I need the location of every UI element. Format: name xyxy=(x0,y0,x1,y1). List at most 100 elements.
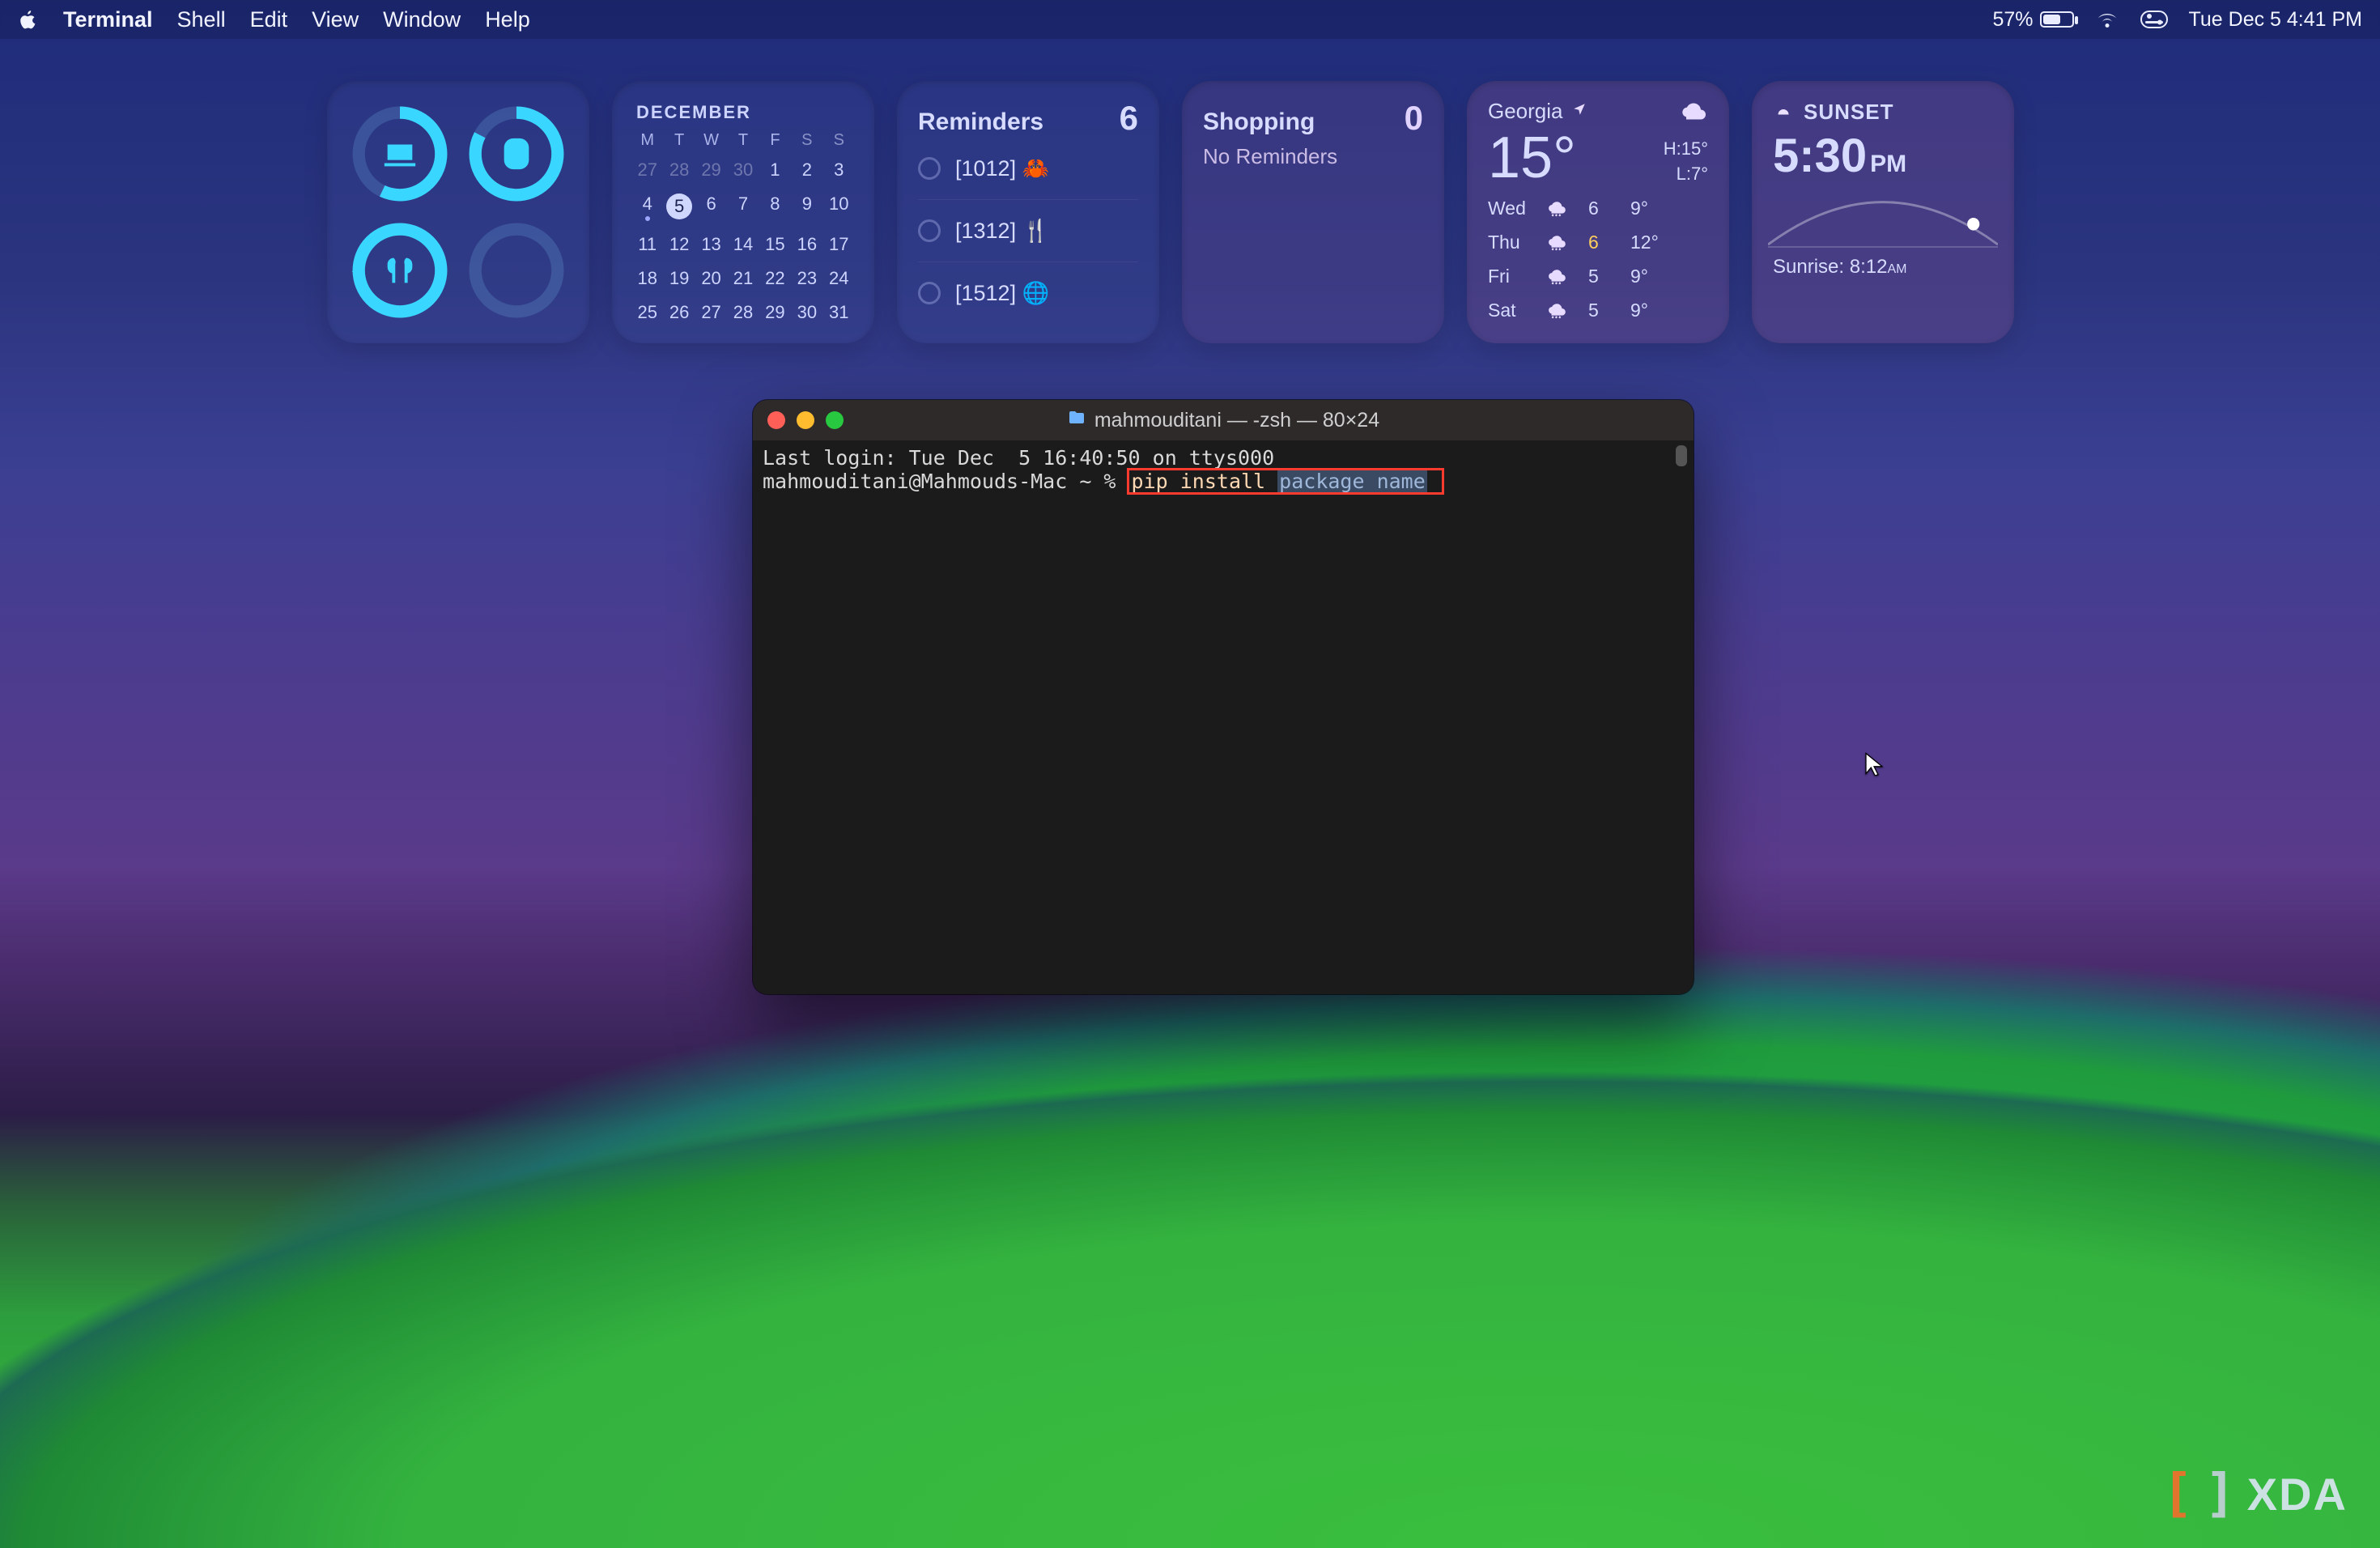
forecast-low: 5 xyxy=(1588,266,1624,287)
forecast-row: Wed69° xyxy=(1488,192,1708,226)
menu-view[interactable]: View xyxy=(312,7,359,32)
menu-edit[interactable]: Edit xyxy=(250,7,288,32)
reminder-checkbox[interactable] xyxy=(918,157,941,180)
reminders-list: [1012] 🦀 [1312] 🍴 [1512] 🌐 xyxy=(918,138,1138,324)
forecast-day: Fri xyxy=(1488,266,1540,287)
calendar-day[interactable]: 9 xyxy=(793,190,821,224)
calendar-day[interactable]: 16 xyxy=(793,231,821,258)
calendar-day[interactable]: 15 xyxy=(761,231,789,258)
terminal-command: pip install xyxy=(1132,470,1278,493)
widgets-row: DECEMBER MTWTFSS272829301234567891011121… xyxy=(327,81,2137,343)
calendar-day[interactable]: 25 xyxy=(633,299,661,326)
batteries-widget[interactable] xyxy=(327,81,589,343)
menubar-battery[interactable]: 57% xyxy=(1993,8,2074,32)
reminder-text: [1512] 🌐 xyxy=(955,280,1049,306)
weather-forecast: Wed69° Thu 6 12° Fri 5 9° Sat 5 9° xyxy=(1488,192,1708,328)
calendar-day[interactable]: 19 xyxy=(665,265,693,292)
reminders-widget[interactable]: Reminders 6 [1012] 🦀[1312] 🍴[1512] 🌐 xyxy=(897,81,1159,343)
shopping-widget[interactable]: Shopping 0 No Reminders xyxy=(1182,81,1444,343)
calendar-weekday: S xyxy=(825,131,853,150)
calendar-weekday: T xyxy=(729,131,757,150)
terminal-scrollbar[interactable] xyxy=(1674,445,1689,989)
calendar-day[interactable]: 29 xyxy=(761,299,789,326)
calendar-day[interactable]: 27 xyxy=(697,299,725,326)
calendar-weekday: S xyxy=(793,131,821,150)
forecast-high: 9° xyxy=(1630,266,1666,287)
forecast-low: 5 xyxy=(1588,300,1624,321)
reminders-count: 6 xyxy=(1120,99,1138,138)
calendar-day[interactable]: 10 xyxy=(825,190,853,224)
folder-icon xyxy=(1067,408,1086,433)
forecast-icon xyxy=(1546,298,1582,324)
control-center-icon[interactable] xyxy=(2140,11,2168,28)
reminder-text: [1012] 🦀 xyxy=(955,155,1049,181)
clock-time: 5:30 xyxy=(1773,130,1867,182)
calendar-day[interactable]: 8 xyxy=(761,190,789,224)
forecast-row: Sat59° xyxy=(1488,294,1708,328)
calendar-month: DECEMBER xyxy=(636,102,853,123)
calendar-day-prev: 29 xyxy=(697,156,725,184)
shopping-count: 0 xyxy=(1405,99,1423,138)
calendar-day[interactable]: 23 xyxy=(793,265,821,292)
menubar-clock[interactable]: Tue Dec 5 4:41 PM xyxy=(2189,8,2362,32)
calendar-day[interactable]: 30 xyxy=(793,299,821,326)
calendar-day[interactable]: 17 xyxy=(825,231,853,258)
weather-widget[interactable]: Georgia 15° H:15° L:7° Wed69°Thu612°Fri5… xyxy=(1467,81,1729,343)
reminder-item[interactable]: [1012] 🦀 xyxy=(918,138,1138,200)
forecast-day: Wed xyxy=(1488,198,1540,219)
calendar-widget[interactable]: DECEMBER MTWTFSS272829301234567891011121… xyxy=(612,81,874,343)
calendar-grid: MTWTFSS272829301234567891011121314151617… xyxy=(633,131,853,326)
menu-window[interactable]: Window xyxy=(383,7,461,32)
location-arrow-icon xyxy=(1569,99,1587,123)
calendar-day[interactable]: 26 xyxy=(665,299,693,326)
reminder-item[interactable]: [1512] 🌐 xyxy=(918,262,1138,324)
calendar-day[interactable]: 11 xyxy=(633,231,661,258)
calendar-day[interactable]: 4 xyxy=(633,190,661,224)
apple-menu-icon[interactable] xyxy=(18,9,39,30)
weather-condition-icon xyxy=(1679,99,1708,132)
calendar-day[interactable]: 2 xyxy=(793,156,821,184)
terminal-window[interactable]: mahmouditani — -zsh — 80×24 Last login: … xyxy=(753,400,1694,994)
sunrise-ampm: AM xyxy=(1887,262,1906,276)
calendar-weekday: F xyxy=(761,131,789,150)
calendar-day-prev: 28 xyxy=(665,156,693,184)
calendar-day[interactable]: 5 xyxy=(665,190,693,224)
menu-help[interactable]: Help xyxy=(485,7,530,32)
calendar-day[interactable]: 31 xyxy=(825,299,853,326)
forecast-high: 12° xyxy=(1630,232,1666,253)
calendar-day[interactable]: 28 xyxy=(729,299,757,326)
calendar-day[interactable]: 22 xyxy=(761,265,789,292)
calendar-day[interactable]: 3 xyxy=(825,156,853,184)
clock-title: SUNSET xyxy=(1804,100,1893,125)
mouse-cursor-icon xyxy=(1862,751,1886,780)
forecast-low: 6 xyxy=(1588,232,1624,253)
xda-text: XDA xyxy=(2247,1468,2348,1520)
reminder-item[interactable]: [1312] 🍴 xyxy=(918,200,1138,262)
sun-path-arc xyxy=(1768,191,1998,248)
menubar-app-name[interactable]: Terminal xyxy=(63,7,153,32)
reminder-checkbox[interactable] xyxy=(918,282,941,304)
calendar-day[interactable]: 1 xyxy=(761,156,789,184)
calendar-day[interactable]: 6 xyxy=(697,190,725,224)
terminal-titlebar[interactable]: mahmouditani — -zsh — 80×24 xyxy=(753,400,1694,440)
calendar-day[interactable]: 7 xyxy=(729,190,757,224)
calendar-day[interactable]: 21 xyxy=(729,265,757,292)
calendar-day[interactable]: 18 xyxy=(633,265,661,292)
menu-shell[interactable]: Shell xyxy=(177,7,226,32)
calendar-day[interactable]: 13 xyxy=(697,231,725,258)
calendar-day[interactable]: 14 xyxy=(729,231,757,258)
calendar-day[interactable]: 12 xyxy=(665,231,693,258)
terminal-prompt: mahmouditani@Mahmouds-Mac ~ % xyxy=(763,470,1128,493)
forecast-day: Thu xyxy=(1488,232,1540,253)
sunrise-label: Sunrise: xyxy=(1773,256,1844,278)
calendar-day[interactable]: 20 xyxy=(697,265,725,292)
calendar-day[interactable]: 24 xyxy=(825,265,853,292)
forecast-row: Fri 5 9° xyxy=(1488,260,1708,294)
reminder-checkbox[interactable] xyxy=(918,219,941,242)
forecast-day: Sat xyxy=(1488,300,1540,321)
terminal-body[interactable]: Last login: Tue Dec 5 16:40:50 on ttys00… xyxy=(753,440,1694,500)
wifi-icon[interactable] xyxy=(2095,7,2119,32)
clock-widget[interactable]: SUNSET 5:30PM Sunrise: 8:12AM xyxy=(1752,81,2014,343)
sunset-icon xyxy=(1773,99,1794,125)
battery-icon xyxy=(2040,11,2074,28)
